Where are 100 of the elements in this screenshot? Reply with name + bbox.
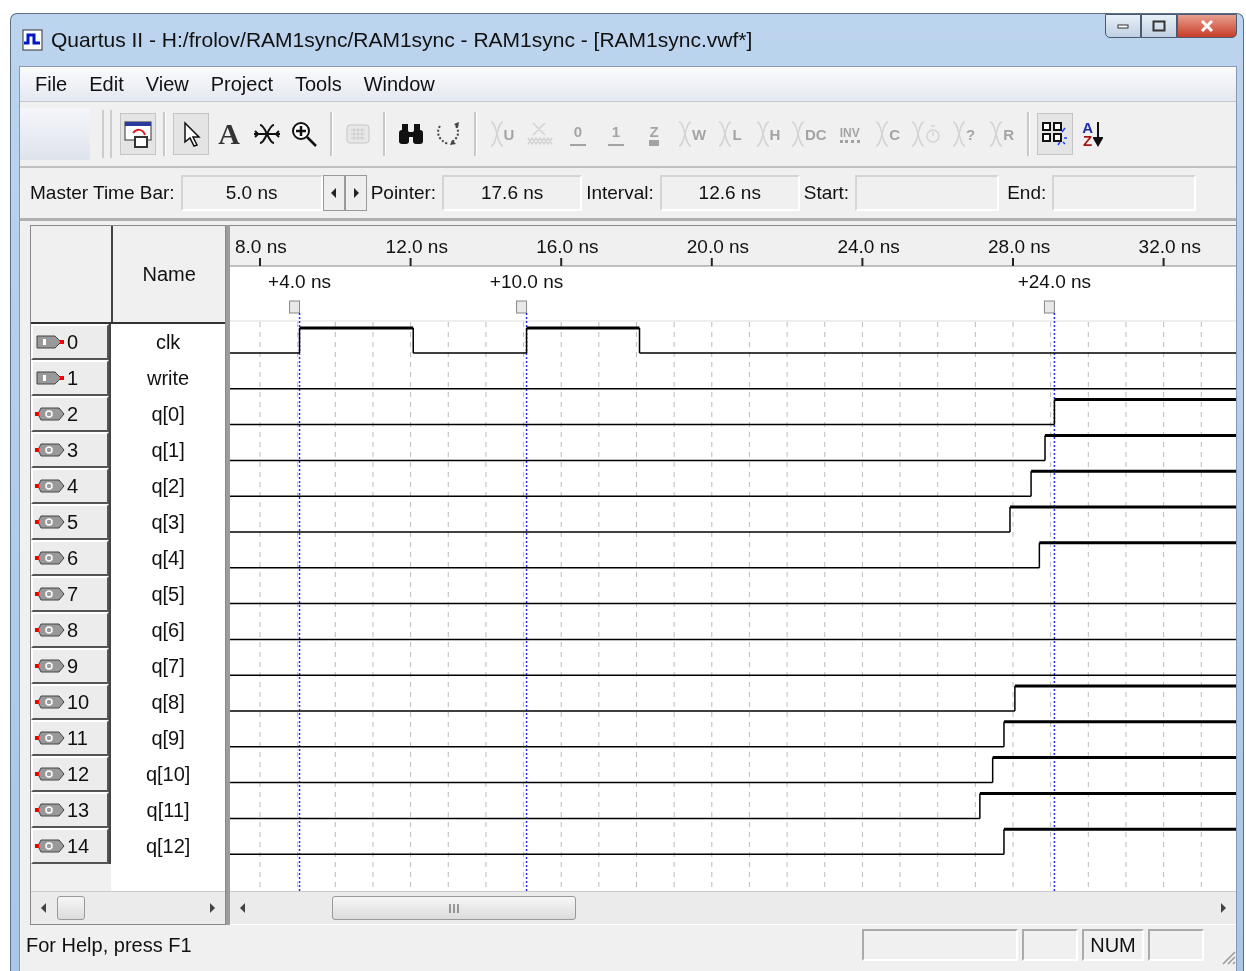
signal-name[interactable]: q[6]	[109, 612, 226, 648]
output-pin-icon	[35, 765, 65, 783]
transition-icon	[755, 120, 770, 148]
snap-to-grid-button[interactable]	[1036, 113, 1073, 155]
signal-name[interactable]: q[7]	[109, 648, 226, 684]
menu-item[interactable]: Project	[199, 70, 284, 98]
scroll-thumb[interactable]	[57, 896, 85, 920]
grip-icon	[448, 903, 460, 913]
output-pin-icon	[35, 549, 65, 567]
signal-name[interactable]: write	[109, 360, 226, 396]
previous-button[interactable]	[322, 175, 345, 211]
signal-name[interactable]: q[3]	[109, 504, 226, 540]
toolbar-grip[interactable]	[102, 110, 112, 158]
output-pin-icon	[35, 729, 65, 747]
clock-icon	[924, 124, 941, 144]
maximize-button[interactable]	[1141, 14, 1177, 38]
output-pin-icon	[35, 657, 65, 675]
input-pin-icon	[35, 333, 65, 351]
node-index-cell[interactable]: 3	[31, 432, 109, 468]
menu-item[interactable]: File	[24, 70, 79, 98]
signal-name[interactable]: q[8]	[109, 684, 226, 720]
node-index-cell[interactable]: 5	[31, 504, 109, 540]
node-index-cell[interactable]: 6	[31, 540, 109, 576]
node-index-cell[interactable]: 2	[31, 396, 109, 432]
left-arrow-icon	[41, 903, 47, 913]
next-button[interactable]	[344, 175, 367, 211]
output-pin-icon	[35, 441, 65, 459]
time-label: 16.0 ns	[536, 236, 599, 257]
time-field[interactable]: 12.6 ns	[659, 175, 800, 211]
pointer-icon	[181, 121, 201, 147]
node-index-cell[interactable]: 4	[31, 468, 109, 504]
insert-node-button[interactable]	[120, 113, 156, 155]
sort-button[interactable]: A Z	[1074, 113, 1111, 155]
left-arrow-icon	[240, 903, 246, 913]
menu-item[interactable]: Tools	[283, 70, 353, 98]
menu-item[interactable]: Window	[352, 70, 446, 98]
signal-name[interactable]: q[1]	[109, 432, 226, 468]
signal-name[interactable]: q[9]	[109, 720, 226, 756]
signal-name[interactable]: clk	[109, 324, 226, 360]
time-label: 32.0 ns	[1138, 236, 1201, 257]
right-arrow-icon	[209, 903, 216, 913]
menu-item[interactable]: View	[134, 70, 200, 98]
minimize-icon	[1117, 23, 1129, 29]
transition-icon	[489, 120, 504, 148]
node-index-cell[interactable]: 7	[31, 576, 109, 612]
signal-name[interactable]: q[4]	[109, 540, 226, 576]
signal-name[interactable]: q[11]	[109, 792, 226, 828]
node-index-cell[interactable]: 10	[31, 684, 109, 720]
scroll-thumb[interactable]	[332, 896, 576, 920]
grid-icon	[345, 122, 371, 146]
master-time-bar-field[interactable]: 5.0 ns	[180, 175, 323, 211]
signal-name[interactable]: q[0]	[109, 396, 226, 432]
transition-icon	[989, 120, 1004, 148]
cursor-handle[interactable]	[516, 300, 528, 314]
down-arrow-icon	[1093, 121, 1104, 147]
output-pin-icon	[35, 693, 65, 711]
node-index-cell[interactable]: 12	[31, 756, 109, 792]
time-field-label: Interval:	[585, 182, 655, 204]
signal-name[interactable]: q[5]	[109, 576, 226, 612]
maximize-icon	[1152, 20, 1166, 32]
pointer-button[interactable]	[173, 113, 209, 155]
time-field[interactable]	[855, 175, 1000, 211]
node-index-cell[interactable]: 13	[31, 792, 109, 828]
snap-to-grid-icon	[1039, 120, 1070, 148]
node-index-cell[interactable]: 1	[31, 360, 109, 396]
node-index-cell[interactable]: 9	[31, 648, 109, 684]
time-field[interactable]: 17.6 ns	[442, 175, 583, 211]
node-index-cell[interactable]: 14	[31, 828, 109, 864]
text-tool-button[interactable]: A	[211, 113, 247, 155]
num-lock-indicator: NUM	[1082, 929, 1144, 961]
output-pin-icon	[35, 801, 65, 819]
cursor-handle[interactable]	[1043, 300, 1055, 314]
node-index-cell[interactable]: 8	[31, 612, 109, 648]
time-label: 24.0 ns	[837, 236, 900, 257]
right-arrow-icon	[352, 188, 359, 198]
transition-icon	[718, 120, 733, 148]
time-field-label: End:	[1006, 182, 1048, 204]
close-button[interactable]	[1177, 14, 1237, 38]
cursor-label: +24.0 ns	[1017, 271, 1092, 292]
node-index-cell[interactable]: 0	[31, 324, 109, 360]
right-arrow-icon	[1220, 903, 1226, 913]
time-label: 12.0 ns	[385, 236, 448, 257]
cursor-label: +10.0 ns	[489, 271, 564, 292]
output-pin-icon	[35, 477, 65, 495]
signal-name[interactable]: q[12]	[109, 828, 226, 864]
minimize-button[interactable]	[1105, 14, 1141, 38]
status-pane	[1022, 929, 1078, 961]
toolbar-background	[20, 108, 90, 160]
time-field-label: Start:	[802, 182, 851, 204]
signal-name[interactable]: q[2]	[109, 468, 226, 504]
node-index-cell[interactable]: 11	[31, 720, 109, 756]
status-text: For Help, press F1	[25, 933, 193, 957]
transition-icon	[910, 120, 925, 148]
signal-name[interactable]: q[10]	[109, 756, 226, 792]
menu-item[interactable]: Edit	[78, 70, 135, 98]
insert-node-icon	[123, 119, 153, 149]
time-field[interactable]	[1052, 175, 1197, 211]
status-pane	[1148, 929, 1204, 961]
transition-icon	[677, 120, 692, 148]
cursor-handle[interactable]	[289, 300, 301, 314]
